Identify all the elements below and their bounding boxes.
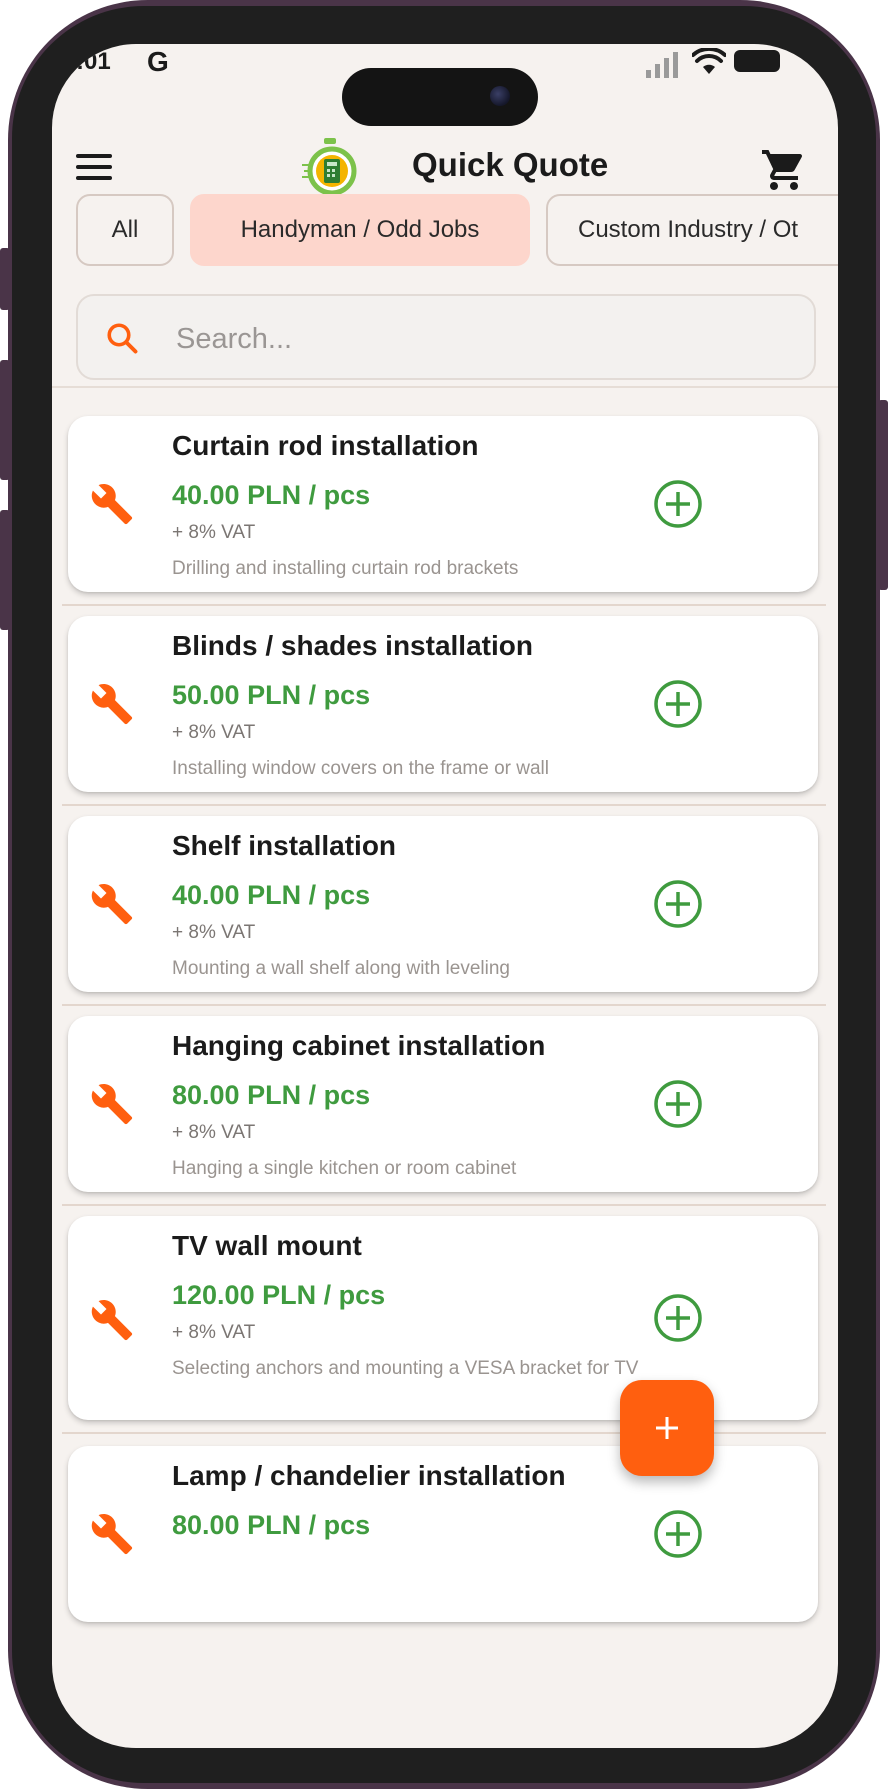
app-logo: [302, 138, 357, 196]
status-time: :01: [76, 48, 111, 75]
add-to-cart-button[interactable]: [652, 1078, 704, 1130]
add-to-cart-button[interactable]: [652, 678, 704, 730]
service-price: 120.00 PLN / pcs: [172, 1280, 386, 1310]
service-price: 80.00 PLN / pcs: [172, 1510, 371, 1540]
list-divider: [62, 804, 826, 806]
service-price: 50.00 PLN / pcs: [172, 680, 371, 710]
service-description: Hanging a single kitchen or room cabinet: [172, 1158, 517, 1179]
service-name: TV wall mount: [172, 1230, 362, 1261]
divider: [52, 386, 838, 388]
service-name: Curtain rod installation: [172, 430, 479, 461]
google-icon: G: [147, 46, 169, 77]
service-card[interactable]: Curtain rod installation 40.00 PLN / pcs…: [68, 416, 818, 592]
app-title: Quick Quote: [412, 146, 609, 183]
add-to-cart-button[interactable]: [652, 1292, 704, 1344]
list-divider: [62, 604, 826, 606]
service-vat: + 8% VAT: [172, 1122, 256, 1143]
search-box[interactable]: [76, 294, 816, 380]
wrench-icon: [91, 1300, 133, 1341]
wrench-icon: [91, 884, 133, 925]
camera-lens: [490, 86, 510, 106]
app-screen: :01 G Quick Quote All Handyman / Odd Job…: [52, 44, 838, 1748]
service-vat: + 8% VAT: [172, 1322, 256, 1343]
wrench-icon: [91, 1514, 133, 1555]
service-card[interactable]: Shelf installation 40.00 PLN / pcs + 8% …: [68, 816, 818, 992]
service-vat: + 8% VAT: [172, 722, 256, 743]
volume-down-button: [0, 510, 10, 630]
action-button: [0, 248, 10, 310]
power-button: [878, 400, 888, 590]
service-price: 40.00 PLN / pcs: [172, 880, 371, 910]
service-name: Blinds / shades installation: [172, 630, 533, 661]
battery-icon: [734, 50, 780, 72]
category-filter-bar: All Handyman / Odd Jobs Custom Industry …: [52, 194, 838, 270]
service-vat: + 8% VAT: [172, 922, 256, 943]
search-input[interactable]: [174, 314, 778, 364]
service-card[interactable]: Blinds / shades installation 50.00 PLN /…: [68, 616, 818, 792]
wrench-icon: [91, 484, 133, 525]
add-service-fab[interactable]: [620, 1380, 714, 1476]
wrench-icon: [91, 684, 133, 725]
hamburger-icon: [76, 154, 112, 158]
filter-chip-handyman[interactable]: Handyman / Odd Jobs: [190, 194, 530, 266]
service-price: 40.00 PLN / pcs: [172, 480, 371, 510]
service-name: Lamp / chandelier installation: [172, 1460, 566, 1491]
service-description: Mounting a wall shelf along with levelin…: [172, 958, 510, 979]
service-description: Drilling and installing curtain rod brac…: [172, 558, 519, 579]
service-vat: + 8% VAT: [172, 522, 256, 543]
cart-button[interactable]: [760, 146, 808, 194]
list-divider: [62, 1004, 826, 1006]
add-to-cart-button[interactable]: [652, 878, 704, 930]
service-name: Hanging cabinet installation: [172, 1030, 546, 1061]
filter-chip-custom-industry[interactable]: Custom Industry / Ot: [546, 194, 838, 266]
service-description: Installing window covers on the frame or…: [172, 758, 550, 779]
filter-chip-all[interactable]: All: [76, 194, 174, 266]
wifi-icon: [692, 48, 726, 74]
add-to-cart-button[interactable]: [652, 1508, 704, 1560]
signal-icon: [646, 52, 678, 78]
service-price: 80.00 PLN / pcs: [172, 1080, 371, 1110]
add-to-cart-button[interactable]: [652, 478, 704, 530]
service-card[interactable]: Hanging cabinet installation 80.00 PLN /…: [68, 1016, 818, 1192]
service-description: Selecting anchors and mounting a VESA br…: [172, 1358, 639, 1379]
menu-button[interactable]: [76, 154, 116, 186]
search-icon: [107, 323, 138, 354]
volume-up-button: [0, 360, 10, 480]
plus-icon: [656, 1417, 678, 1439]
wrench-icon: [91, 1084, 133, 1125]
list-divider: [62, 1204, 826, 1206]
service-name: Shelf installation: [172, 830, 397, 861]
service-card[interactable]: Lamp / chandelier installation 80.00 PLN…: [68, 1446, 818, 1622]
